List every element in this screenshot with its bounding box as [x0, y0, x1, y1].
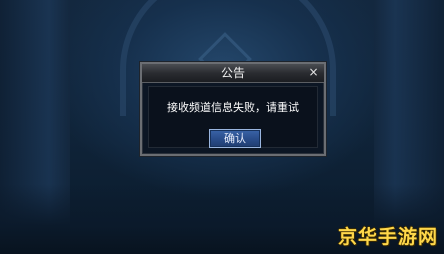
site-watermark: 京华手游网	[337, 226, 438, 248]
dialog-title: 公告	[220, 66, 245, 80]
close-icon[interactable]: ×	[307, 66, 320, 79]
dialog-message: 接收频道信息失败，请重试	[167, 101, 299, 114]
game-scene: 公告 × 接收频道信息失败，请重试 确认 京华手游网	[0, 0, 444, 254]
dialog-header: 公告 ×	[142, 64, 324, 83]
confirm-button[interactable]: 确认	[209, 129, 261, 148]
notice-dialog: 公告 × 接收频道信息失败，请重试 确认	[140, 62, 326, 156]
dialog-body: 接收频道信息失败，请重试 确认	[148, 86, 318, 148]
